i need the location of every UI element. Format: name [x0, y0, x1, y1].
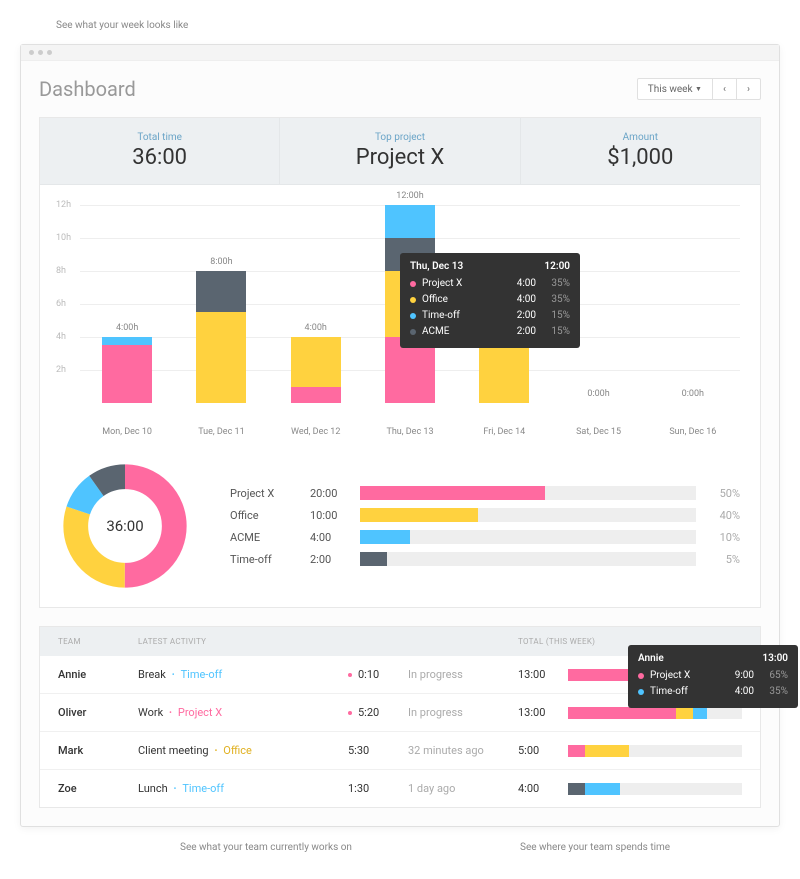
breakdown-row: Time-off2:00 5%	[230, 552, 740, 566]
annotation-bottom-left: See what your team currently works on	[180, 842, 352, 853]
annotation-bottom-right: See where your team spends time	[520, 842, 670, 853]
bar-6[interactable]: 0:00h	[668, 205, 718, 403]
bar-5[interactable]: 0:00h	[574, 205, 624, 403]
team-row-0[interactable]: Annie Break•Time-off 0:10 In progress 13…	[40, 656, 760, 694]
team-row-2[interactable]: Mark Client meeting•Office 5:30 32 minut…	[40, 732, 760, 770]
chevron-down-icon: ▼	[695, 85, 702, 93]
chart-tooltip: Thu, Dec 1312:00 Project X4:0035%Office4…	[400, 253, 580, 348]
donut-chart: 36:00	[60, 461, 190, 591]
prev-button[interactable]: ‹	[712, 78, 737, 100]
range-dropdown[interactable]: This week ▼	[637, 78, 713, 100]
header: Dashboard This week ▼ ‹ ›	[21, 61, 779, 117]
next-button[interactable]: ›	[736, 78, 761, 100]
team-row-3[interactable]: Zoe Lunch•Time-off 1:30 1 day ago 4:00	[40, 770, 760, 807]
chevron-left-icon: ‹	[723, 84, 726, 95]
titlebar	[21, 45, 779, 61]
team-tooltip: Annie13:00 Project X9:0065%Time-off4:003…	[628, 645, 798, 708]
annotation-top: See what your week looks like	[56, 20, 188, 31]
donut-center-value: 36:00	[60, 461, 190, 591]
chevron-right-icon: ›	[747, 84, 750, 95]
date-range-picker[interactable]: This week ▼ ‹ ›	[638, 78, 761, 100]
kpi-2: Amount$1,000	[521, 118, 760, 184]
project-breakdown: 36:00 Project X20:00 50% Office10:00 40%…	[40, 445, 760, 607]
breakdown-row: Office10:00 40%	[230, 508, 740, 522]
breakdown-row: Project X20:00 50%	[230, 486, 740, 500]
page-title: Dashboard	[39, 77, 136, 101]
kpi-0: Total time36:00	[40, 118, 280, 184]
weekly-bar-chart: 2h4h6h8h10h12h 4:00h 8:00h 4:00h 12:00h …	[40, 185, 760, 445]
breakdown-row: ACME4:00 10%	[230, 530, 740, 544]
team-card: TEAM LATEST ACTIVITY TOTAL (THIS WEEK) A…	[39, 626, 761, 808]
bar-0[interactable]: 4:00h	[102, 205, 152, 403]
app-window: Dashboard This week ▼ ‹ › Total time36:0…	[20, 44, 780, 827]
kpi-1: Top projectProject X	[280, 118, 520, 184]
bar-1[interactable]: 8:00h	[196, 205, 246, 403]
summary-card: Total time36:00Top projectProject XAmoun…	[39, 117, 761, 608]
bar-2[interactable]: 4:00h	[291, 205, 341, 403]
